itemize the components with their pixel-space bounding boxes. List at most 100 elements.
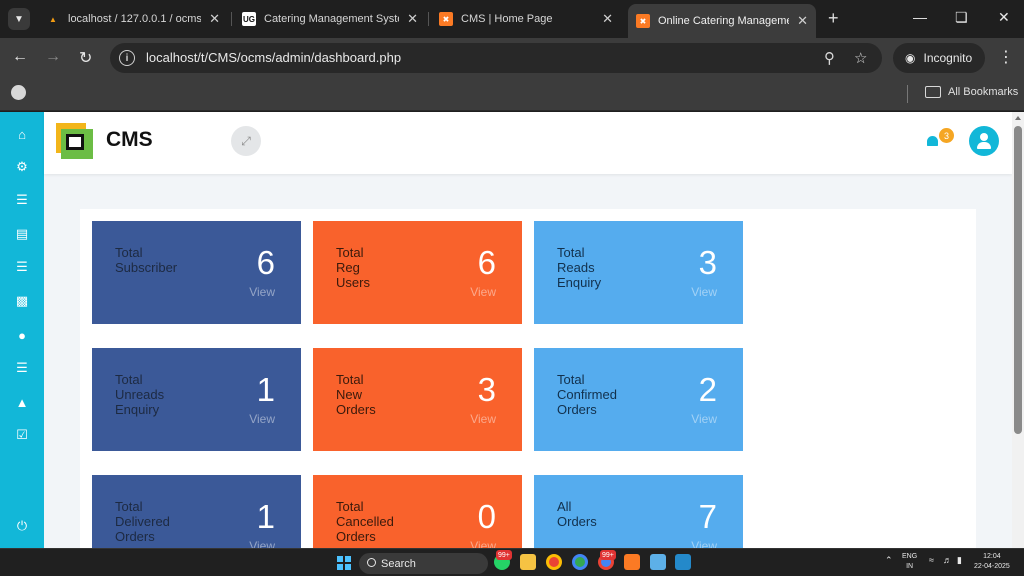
browser-toolbar: ← → ↻ i localhost/t/CMS/ocms/admin/dashb…	[0, 38, 1024, 78]
page-scrollbar[interactable]	[1012, 112, 1024, 548]
card-total-reads-enquiry[interactable]: Total Reads Enquiry 3 View	[534, 221, 743, 324]
card-label: All Orders	[557, 499, 597, 529]
folder-icon	[925, 86, 941, 98]
forward-icon[interactable]: →	[45, 48, 61, 66]
windows-start-icon[interactable]	[337, 556, 351, 570]
close-tab-icon[interactable]: ✕	[602, 11, 613, 27]
tab-online-catering[interactable]: ✖ Online Catering Management ✕	[628, 4, 816, 38]
tray-chevron-icon[interactable]: ⌃	[885, 555, 893, 566]
list-icon[interactable]: ☰	[13, 258, 31, 276]
card-label: Total Confirmed Orders	[557, 372, 617, 417]
card-label: Total New Orders	[336, 372, 376, 417]
power-icon[interactable]: ⏻	[13, 517, 31, 535]
card-label: Total Cancelled Orders	[336, 499, 394, 544]
tab-catering-system[interactable]: UG Catering Management System ✕	[234, 6, 426, 32]
card-total-delivered-orders[interactable]: Total Delivered Orders 1 View	[92, 475, 301, 548]
wifi-icon[interactable]: ≈	[929, 555, 934, 565]
browser-tab-strip: ▼ ▲ localhost / 127.0.0.1 / ocmsdb ✕ UG …	[0, 0, 1024, 38]
xampp-taskbar-icon[interactable]	[624, 554, 640, 570]
card-view-link[interactable]: View	[249, 539, 275, 548]
notification-bell-icon[interactable]	[926, 134, 940, 148]
list-icon[interactable]: ☰	[13, 359, 31, 377]
user-avatar[interactable]	[969, 126, 999, 156]
ug-icon: UG	[242, 12, 256, 26]
card-count: 2	[698, 371, 717, 408]
vscode-icon[interactable]	[675, 554, 691, 570]
card-view-link[interactable]: View	[691, 412, 717, 426]
scrollbar-thumb[interactable]	[1014, 126, 1022, 434]
back-icon[interactable]: ←	[12, 48, 28, 66]
reload-icon[interactable]: ↻	[79, 48, 92, 68]
list-icon[interactable]: ☰	[13, 191, 31, 209]
search-icon	[367, 558, 376, 567]
close-tab-icon[interactable]: ✕	[209, 11, 220, 27]
card-count: 6	[477, 244, 496, 281]
card-total-cancelled-orders[interactable]: Total Cancelled Orders 0 View	[313, 475, 522, 548]
card-count: 3	[477, 371, 496, 408]
tab-search-chevron-icon[interactable]: ▼	[8, 8, 30, 30]
clock[interactable]: 12:04 22-04-2025	[974, 552, 1010, 572]
card-count: 1	[256, 498, 275, 535]
card-total-confirmed-orders[interactable]: Total Confirmed Orders 2 View	[534, 348, 743, 451]
card-view-link[interactable]: View	[249, 285, 275, 299]
zoom-icon[interactable]: ⚲	[824, 49, 835, 67]
chrome-profile-icon[interactable]	[572, 554, 588, 570]
card-view-link[interactable]: View	[249, 412, 275, 426]
chrome-badge: 99+	[600, 550, 616, 560]
bookmarks-separator	[907, 85, 908, 103]
settings-icon[interactable]: ⚙	[13, 158, 31, 176]
chrome-icon[interactable]	[546, 554, 562, 570]
card-all-orders[interactable]: All Orders 7 View	[534, 475, 743, 548]
checkbox-icon[interactable]: ☑	[13, 426, 31, 444]
document-icon[interactable]: ▤	[13, 225, 31, 243]
card-count: 3	[698, 244, 717, 281]
minimize-icon[interactable]: —	[913, 9, 927, 25]
card-count: 7	[698, 498, 717, 535]
new-tab-icon[interactable]: +	[828, 8, 839, 29]
chart-icon[interactable]: ▩	[13, 292, 31, 310]
url-text[interactable]: localhost/t/CMS/ocms/admin/dashboard.php	[146, 50, 401, 65]
close-tab-icon[interactable]: ✕	[797, 13, 808, 29]
card-view-link[interactable]: View	[470, 285, 496, 299]
restore-icon[interactable]: ❏	[955, 9, 968, 26]
taskbar: Search 99+ 99+ ⌃ ENG IN ≈ ♬ ▮ 12:04 22-0…	[0, 548, 1024, 576]
warning-icon[interactable]: ▲	[13, 393, 31, 411]
more-menu-icon[interactable]: ⋮	[998, 47, 1014, 67]
card-count: 6	[256, 244, 275, 281]
site-info-icon[interactable]: i	[119, 50, 135, 66]
card-view-link[interactable]: View	[470, 539, 496, 548]
card-total-new-orders[interactable]: Total New Orders 3 View	[313, 348, 522, 451]
bookmarks-bar: All Bookmarks	[0, 78, 1024, 111]
home-icon[interactable]: ⌂	[13, 125, 31, 143]
card-label: Total Subscriber	[115, 245, 178, 275]
card-total-reg-users[interactable]: Total Reg Users 6 View	[313, 221, 522, 324]
card-total-unreads-enquiry[interactable]: Total Unreads Enquiry 1 View	[92, 348, 301, 451]
card-view-link[interactable]: View	[470, 412, 496, 426]
volume-icon[interactable]: ♬	[943, 555, 952, 565]
tab-phpmyadmin[interactable]: ▲ localhost / 127.0.0.1 / ocmsdb ✕	[38, 6, 228, 32]
cms-logo	[56, 123, 94, 161]
scroll-up-arrow-icon[interactable]	[1015, 116, 1021, 120]
battery-icon[interactable]: ▮	[957, 555, 962, 566]
card-count: 0	[477, 498, 496, 535]
language-indicator[interactable]: ENG IN	[902, 552, 917, 572]
close-tab-icon[interactable]: ✕	[407, 11, 418, 27]
close-window-icon[interactable]: ✕	[998, 9, 1010, 26]
tab-cms-home[interactable]: ✖ CMS | Home Page ✕	[431, 6, 621, 32]
app-header: CMS ⤢ 3	[44, 112, 1012, 174]
user-icon[interactable]: ●	[13, 326, 31, 344]
all-bookmarks-button[interactable]: All Bookmarks	[925, 86, 1018, 98]
card-total-subscriber[interactable]: Total Subscriber 6 View	[92, 221, 301, 324]
notepad-icon[interactable]	[650, 554, 666, 570]
fullscreen-toggle-icon[interactable]: ⤢	[231, 126, 261, 156]
card-view-link[interactable]: View	[691, 285, 717, 299]
file-explorer-icon[interactable]	[520, 554, 536, 570]
tab-separator	[428, 12, 429, 26]
incognito-button[interactable]: ◉ Incognito	[893, 43, 985, 73]
bookmark-star-icon[interactable]: ☆	[854, 49, 867, 67]
phpmyadmin-icon: ▲	[49, 14, 57, 24]
address-bar[interactable]: i localhost/t/CMS/ocms/admin/dashboard.p…	[110, 43, 882, 73]
taskbar-search[interactable]: Search	[359, 553, 488, 574]
card-view-link[interactable]: View	[691, 539, 717, 548]
globe-icon[interactable]	[11, 85, 26, 100]
